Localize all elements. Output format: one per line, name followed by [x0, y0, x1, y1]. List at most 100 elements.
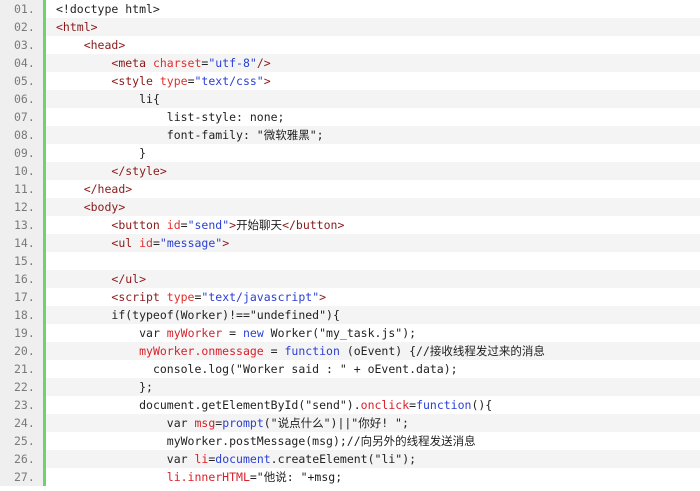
- code-token-text: =: [152, 236, 160, 250]
- code-line: 20. myWorker.onmessage = function (oEven…: [0, 342, 700, 360]
- line-number: 14.: [0, 234, 46, 252]
- code-text: <body>: [46, 198, 700, 216]
- code-token-tag: <head>: [83, 38, 126, 52]
- code-text: var li=document.createElement("li");: [46, 450, 700, 468]
- code-token-kw: function: [416, 398, 472, 412]
- line-number: 11.: [0, 180, 46, 198]
- code-line: 18. if(typeof(Worker)!=="undefined"){: [0, 306, 700, 324]
- line-number: 23.: [0, 396, 46, 414]
- line-number: 26.: [0, 450, 46, 468]
- code-token-text: (){: [471, 398, 493, 412]
- code-token-str: "utf-8": [208, 56, 257, 70]
- code-line: 21. console.log("Worker said : " + oEven…: [0, 360, 700, 378]
- code-token-text: 开始聊天: [236, 218, 283, 232]
- code-text: </style>: [46, 162, 700, 180]
- code-token-tag: <button: [111, 218, 167, 232]
- code-line: 26. var li=document.createElement("li");: [0, 450, 700, 468]
- line-number: 16.: [0, 270, 46, 288]
- code-line: 08. font-family: "微软雅黑";: [0, 126, 700, 144]
- code-text: li{: [46, 90, 700, 108]
- code-line: 09. }: [0, 144, 700, 162]
- code-token-text: ("说点什么")||"你好! ";: [263, 416, 409, 430]
- code-text: <!doctype html>: [46, 0, 700, 18]
- code-line: 11. </head>: [0, 180, 700, 198]
- code-text: li.innerHTML="他说: "+msg;: [46, 468, 700, 486]
- code-token-tag: />: [256, 56, 271, 70]
- code-token-ident: onclick: [360, 398, 410, 412]
- code-token-tag: <html>: [56, 20, 98, 34]
- code-token-text: =: [187, 74, 195, 88]
- code-token-text: Worker("my_task.js");: [263, 326, 417, 340]
- code-token-ident: myWorker: [166, 326, 223, 340]
- code-token-tag: <body>: [83, 200, 126, 214]
- code-text: var myWorker = new Worker("my_task.js");: [46, 324, 700, 342]
- code-line: 03. <head>: [0, 36, 700, 54]
- line-number: 20.: [0, 342, 46, 360]
- line-number: 02.: [0, 18, 46, 36]
- code-token-tag: >: [263, 74, 271, 88]
- code-line: 01. <!doctype html>: [0, 0, 700, 18]
- code-text: <style type="text/css">: [46, 72, 700, 90]
- code-token-str: "message": [159, 236, 223, 250]
- code-token-text: document.getElementById("send").: [139, 398, 361, 412]
- line-number: 27.: [0, 468, 46, 486]
- code-token-tag: </button>: [282, 218, 345, 232]
- line-number: 17.: [0, 288, 46, 306]
- code-token-tag: >: [319, 290, 327, 304]
- code-text: <html>: [46, 18, 700, 36]
- line-number: 13.: [0, 216, 46, 234]
- code-token-tag: >: [222, 236, 230, 250]
- code-line: 10. </style>: [0, 162, 700, 180]
- code-token-kw: function: [284, 344, 340, 358]
- code-token-tag: <style: [111, 74, 160, 88]
- line-number: 07.: [0, 108, 46, 126]
- code-token-text: list-style: none;: [166, 110, 285, 124]
- code-line: 15.: [0, 252, 700, 270]
- line-number: 05.: [0, 72, 46, 90]
- code-line: 27. li.innerHTML="他说: "+msg;: [0, 468, 700, 486]
- line-number: 03.: [0, 36, 46, 54]
- code-token-text: if(typeof(Worker)!=="undefined"){: [111, 308, 340, 322]
- line-number: 15.: [0, 252, 46, 270]
- code-line: 14. <ul id="message">: [0, 234, 700, 252]
- code-token-attr: id: [139, 236, 153, 250]
- code-token-text: =: [263, 344, 285, 358]
- code-line: 22. };: [0, 378, 700, 396]
- line-number: 08.: [0, 126, 46, 144]
- code-token-ident: li.innerHTML: [166, 470, 250, 484]
- code-token-tag: </head>: [83, 182, 133, 196]
- code-text: list-style: none;: [46, 108, 700, 126]
- code-token-text: li{: [139, 92, 160, 106]
- code-token-text: (oEvent) {//接收线程发过来的消息: [339, 344, 545, 358]
- code-listing: 01. <!doctype html> 02. <html> 03. <head> 04.…: [0, 0, 700, 491]
- code-token-attr: type: [166, 290, 195, 304]
- code-token-str: "text/javascript": [201, 290, 320, 304]
- code-text: <ul id="message">: [46, 234, 700, 252]
- code-text: var msg=prompt("说点什么")||"你好! ";: [46, 414, 700, 432]
- code-token-text: myWorker.postMessage(msg);//向另外的线程发送消息: [166, 434, 476, 448]
- code-token-attr: type: [159, 74, 188, 88]
- code-token-attr: id: [166, 218, 181, 232]
- line-number: 09.: [0, 144, 46, 162]
- code-text: font-family: "微软雅黑";: [46, 126, 700, 144]
- code-line: 07. list-style: none;: [0, 108, 700, 126]
- code-token-str: "send": [187, 218, 230, 232]
- code-token-text: =: [180, 218, 188, 232]
- code-text: if(typeof(Worker)!=="undefined"){: [46, 306, 700, 324]
- code-token-tag: <ul: [111, 236, 140, 250]
- code-token-tag: <meta: [111, 56, 153, 70]
- code-line: 02. <html>: [0, 18, 700, 36]
- code-line: 23. document.getElementById("send").oncl…: [0, 396, 700, 414]
- line-number: 22.: [0, 378, 46, 396]
- code-line: 12. <body>: [0, 198, 700, 216]
- code-token-text: .createElement("li");: [270, 452, 417, 466]
- line-number: 10.: [0, 162, 46, 180]
- code-token-text: var: [166, 416, 195, 430]
- code-token-text: };: [139, 380, 153, 394]
- code-line: 06. li{: [0, 90, 700, 108]
- code-token-tag: </style>: [111, 164, 167, 178]
- code-token-kw: new: [242, 326, 264, 340]
- line-number: 18.: [0, 306, 46, 324]
- code-text: <button id="send">开始聊天</button>: [46, 216, 700, 234]
- code-token-text: var: [139, 326, 167, 340]
